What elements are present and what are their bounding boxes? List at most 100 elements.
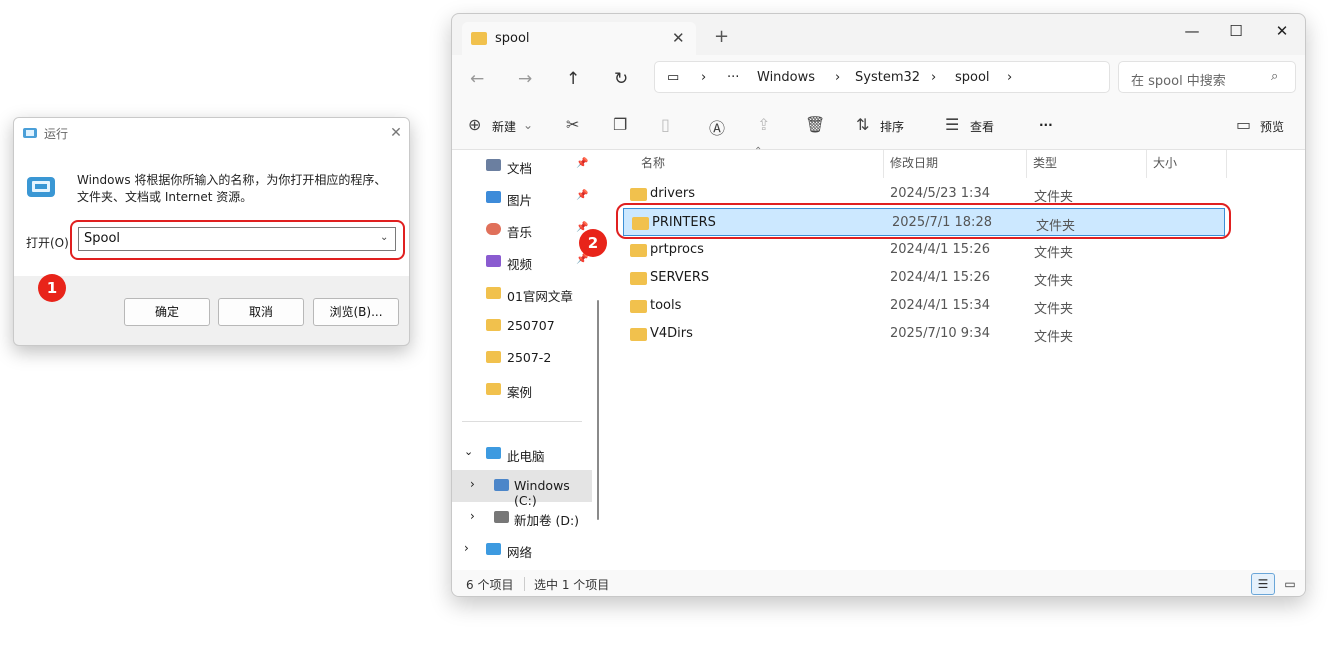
column-separator[interactable] <box>1226 150 1227 178</box>
close-icon[interactable]: ✕ <box>672 29 685 47</box>
selected-count: 选中 1 个项目 <box>534 578 610 592</box>
document-icon <box>486 159 501 171</box>
more-button[interactable]: ··· <box>1039 118 1053 132</box>
address-bar[interactable]: ▭ › ··· Windows › System32 › spool › <box>654 61 1110 93</box>
run-titlebar: 运行 ✕ <box>14 118 409 148</box>
folder-icon <box>630 272 647 285</box>
cut-icon[interactable]: ✂ <box>566 115 579 134</box>
new-tab-icon[interactable]: + <box>714 26 729 47</box>
status-divider <box>524 577 525 591</box>
column-separator[interactable] <box>1146 150 1147 178</box>
view-icon: ☰ <box>945 115 960 134</box>
nav-item-folder-1[interactable]: 01官网文章 <box>452 278 592 310</box>
sort-up-icon: ⌃ <box>754 146 763 157</box>
chevron-right-icon: › <box>464 541 469 555</box>
sort-icon: ⇅ <box>856 115 870 134</box>
folder-icon <box>630 188 647 201</box>
chevron-right-icon: › <box>701 70 707 85</box>
paste-icon[interactable]: ▯ <box>661 115 670 134</box>
up-icon[interactable]: ↑ <box>566 69 580 89</box>
folder-icon <box>630 300 647 313</box>
file-row[interactable]: prtprocs 2024/4/1 15:26 文件夹 <box>622 236 1226 264</box>
folder-icon <box>486 287 501 299</box>
plus-circle-icon: ⊕ <box>468 115 482 134</box>
nav-item-folder-3[interactable]: 2507-2 <box>452 342 592 374</box>
nav-item-documents[interactable]: 文档 📌 <box>452 150 592 182</box>
file-row[interactable]: SERVERS 2024/4/1 15:26 文件夹 <box>622 264 1226 292</box>
nav-item-pictures[interactable]: 图片 📌 <box>452 182 592 214</box>
nav-divider <box>462 421 582 422</box>
column-header-type[interactable]: 类型 <box>1033 154 1057 171</box>
sort-button[interactable]: 排序 <box>880 118 904 135</box>
picture-icon <box>486 191 501 203</box>
breadcrumb-spool[interactable]: spool <box>955 70 990 85</box>
copy-icon[interactable]: ❐ <box>613 115 627 134</box>
folder-icon <box>486 319 501 331</box>
nav-item-folder-4[interactable]: 案例 <box>452 374 592 406</box>
minimize-icon[interactable]: — <box>1170 18 1214 44</box>
folder-icon <box>486 383 501 395</box>
chevron-right-icon: › <box>470 509 475 523</box>
pin-icon[interactable]: 📌 <box>576 190 588 201</box>
preview-button[interactable]: 预览 <box>1260 118 1284 135</box>
forward-icon[interactable]: → <box>518 69 532 89</box>
file-row[interactable]: tools 2024/4/1 15:34 文件夹 <box>622 292 1226 320</box>
new-button[interactable]: 新建 <box>492 118 516 135</box>
highlight-ring-input <box>70 220 405 260</box>
maximize-icon[interactable]: ☐ <box>1214 18 1258 44</box>
nav-item-d-drive[interactable]: › 新加卷 (D:) <box>452 502 592 534</box>
tiles-view-icon[interactable]: ▭ <box>1278 573 1302 595</box>
nav-item-thispc[interactable]: ⌄ 此电脑 <box>452 438 592 470</box>
navigation-pane: 文档 📌 图片 📌 音乐 📌 视频 📌 01官网文章 250707 2507-2 案例 … <box>452 150 607 570</box>
run-big-icon <box>27 177 55 197</box>
run-description: Windows 将根据你所输入的名称，为你打开相应的程序、文件夹、文档或 Int… <box>77 173 387 204</box>
view-button[interactable]: 查看 <box>970 118 994 135</box>
search-input[interactable]: 在 spool 中搜索 ⌕ <box>1118 61 1296 93</box>
column-header-modified[interactable]: 修改日期 <box>890 154 938 171</box>
column-header-size[interactable]: 大小 <box>1153 154 1177 171</box>
file-row[interactable]: V4Dirs 2025/7/10 9:34 文件夹 <box>622 320 1226 348</box>
run-title: 运行 <box>44 127 69 141</box>
music-icon <box>486 223 501 235</box>
nav-item-folder-2[interactable]: 250707 <box>452 310 592 342</box>
explorer-window: spool ✕ + — ☐ ✕ ← → ↑ ↻ ▭ › ··· Windows … <box>451 13 1306 597</box>
refresh-icon[interactable]: ↻ <box>614 69 628 89</box>
item-count: 6 个项目 <box>466 578 514 592</box>
nav-scrollbar[interactable] <box>597 300 599 520</box>
browse-button[interactable]: 浏览(B)... <box>313 298 399 326</box>
delete-icon[interactable]: 🗑 <box>805 115 825 134</box>
nav-item-c-drive[interactable]: › Windows (C:) <box>452 470 592 508</box>
chevron-right-icon: › <box>931 70 937 85</box>
chevron-down-icon: ⌄ <box>464 445 474 458</box>
nav-item-music[interactable]: 音乐 📌 <box>452 214 592 246</box>
search-icon: ⌕ <box>1271 69 1279 84</box>
highlight-ring-row <box>616 203 1231 239</box>
cancel-button[interactable]: 取消 <box>218 298 304 326</box>
rename-icon[interactable]: Ⓐ <box>709 115 725 139</box>
chevron-right-icon: › <box>470 477 475 491</box>
close-icon[interactable]: ✕ <box>1260 18 1304 44</box>
command-bar: ⊕ 新建 ⌄ ✂ ❐ ▯ Ⓐ ⇪ 🗑 ⇅ 排序 ☰ 查看 ··· ▭ 预览 <box>452 103 1305 150</box>
breadcrumb-windows[interactable]: Windows <box>757 70 815 85</box>
pin-icon[interactable]: 📌 <box>576 158 588 169</box>
content-area: 文档 📌 图片 📌 音乐 📌 视频 📌 01官网文章 250707 2507-2 案例 … <box>452 146 1305 570</box>
nav-item-network[interactable]: › 网络 <box>452 534 592 566</box>
column-separator[interactable] <box>883 150 884 178</box>
close-icon[interactable]: ✕ <box>386 123 406 143</box>
step-badge-2: 2 <box>579 229 607 257</box>
column-separator[interactable] <box>1026 150 1027 178</box>
details-view-icon[interactable]: ☰ <box>1251 573 1275 595</box>
breadcrumb-system32[interactable]: System32 <box>855 70 920 85</box>
nav-item-videos[interactable]: 视频 📌 <box>452 246 592 278</box>
drive-icon <box>494 479 509 491</box>
tab-spool[interactable]: spool ✕ <box>462 22 696 55</box>
open-label: 打开(O): <box>26 236 73 250</box>
ok-button[interactable]: 确定 <box>124 298 210 326</box>
chevron-right-icon: › <box>835 70 841 85</box>
back-icon[interactable]: ← <box>470 69 484 89</box>
chevron-right-icon: › <box>1007 70 1013 85</box>
more-icon[interactable]: ··· <box>727 70 739 85</box>
column-header-name[interactable]: 名称 <box>641 154 665 171</box>
share-icon[interactable]: ⇪ <box>757 115 770 134</box>
tab-label: spool <box>495 31 530 46</box>
